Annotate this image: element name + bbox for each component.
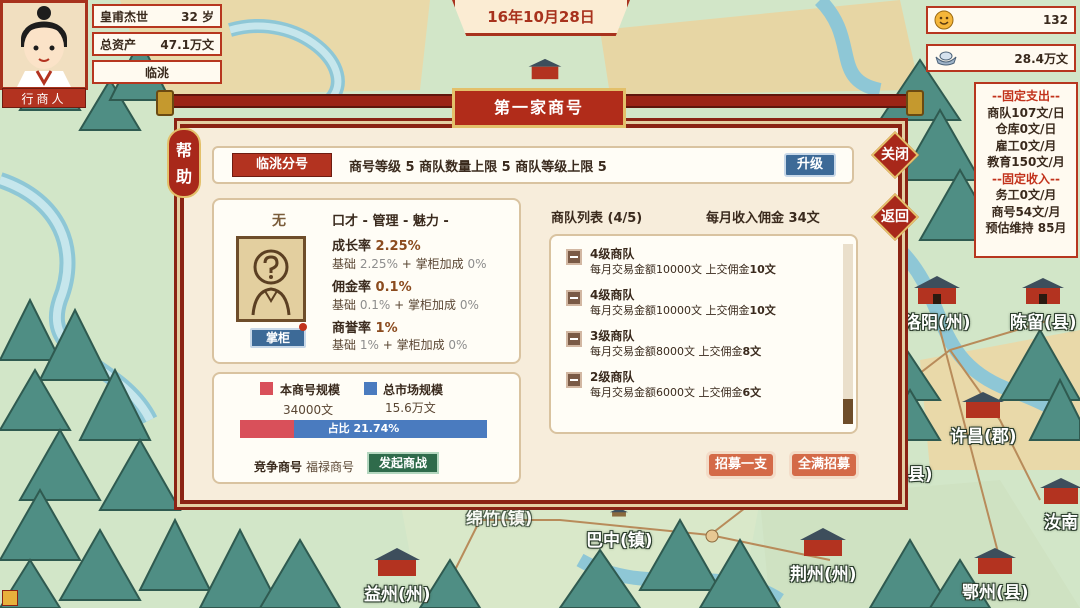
list-scrollbar-thumb[interactable] [843, 399, 853, 424]
start-trade-war-button[interactable]: 发起商战 [367, 452, 439, 474]
current-location: 临洮 [144, 65, 169, 80]
unknown-person-icon [239, 239, 303, 319]
back-label: 返回 [881, 209, 909, 225]
competitor-name: 福禄商号 [306, 460, 355, 474]
city-palace-icon [800, 528, 847, 556]
map-city-yizhou[interactable]: 益州(州) [364, 548, 431, 605]
city-gate-icon [962, 392, 1005, 418]
location-row[interactable]: 临洮 [92, 60, 222, 84]
city-palace-icon [374, 548, 421, 576]
total-scale-label: 总市场规模 [383, 383, 444, 397]
total-assets-value: 47.1万文 [160, 37, 214, 52]
expense-caravan: 商队107文/日 [987, 105, 1065, 120]
own-scale-legend-swatch [260, 382, 273, 395]
commission-rate-detail: 基础 0.1% + 掌柜加成 0% [332, 298, 479, 312]
upgrade-button[interactable]: 升级 [784, 153, 836, 177]
collapse-icon[interactable] [566, 372, 582, 388]
city-palace-icon [914, 276, 961, 304]
map-city-ezhou[interactable]: 鄂州(县) [962, 546, 1029, 603]
fixed-expense-header: --固定支出-- [992, 89, 1060, 103]
help-button[interactable]: 帮助 [167, 128, 201, 198]
city-gate-icon [974, 548, 1017, 574]
collapse-icon[interactable] [566, 290, 582, 306]
role-tag: 行商人 [2, 88, 86, 108]
money-value: 28.4万文 [1014, 51, 1068, 66]
map-city-partial[interactable]: (县) [900, 460, 933, 485]
back-button[interactable]: 返回 [870, 192, 920, 242]
list-scrollbar[interactable] [843, 244, 853, 424]
growth-rate-detail: 基础 2.25% + 掌柜加成 0% [332, 257, 487, 271]
expense-labor: 雇工0文/月 [995, 138, 1057, 153]
map-city-xuchang[interactable]: 许昌(郡) [950, 390, 1017, 447]
collapse-icon[interactable] [566, 331, 582, 347]
own-scale-label: 本商号规模 [280, 383, 341, 397]
map-city-mianzhu[interactable]: 绵竹(镇) [466, 504, 533, 529]
total-assets-row: 总资产 47.1万文 [92, 32, 222, 56]
recruit-one-button[interactable]: 招募一支 [706, 451, 776, 479]
city-gate-icon [1022, 278, 1065, 304]
menu-toggle-icon[interactable] [2, 590, 18, 606]
map-city-luoyang[interactable]: 洛阳(州) [904, 276, 971, 333]
manager-attributes: 口才 - 管理 - 魅力 - [332, 214, 449, 229]
growth-rate: 成长率 2.25% [332, 239, 421, 254]
competitor-label: 竞争商号 [254, 460, 303, 474]
goodwill-rate-detail: 基础 1% + 掌柜加成 0% [332, 338, 468, 352]
manager-button[interactable]: 掌柜 [250, 328, 306, 348]
game-date: 16年10月28日 [452, 0, 630, 36]
total-assets-label: 总资产 [100, 37, 137, 52]
player-name: 皇甫杰世 [100, 9, 149, 24]
commission-rate: 佣金率 0.1% [332, 280, 412, 295]
monthly-commission: 每月收入佣金 34文 [706, 211, 820, 226]
expense-education: 教育150文/月 [987, 155, 1065, 169]
expense-panel: --固定支出-- 商队107文/日 仓库0文/日 雇工0文/月 教育150文/月… [974, 82, 1078, 258]
caravan-list-title: 商队列表 (4/5) [551, 211, 643, 226]
manager-portrait[interactable] [236, 236, 306, 322]
silver-ingot-icon [935, 51, 957, 66]
help-label: 帮助 [175, 141, 192, 186]
market-share-text: 占比 21.74% [327, 422, 400, 435]
close-button[interactable]: 关闭 [870, 130, 920, 180]
total-scale-value: 15.6万文 [385, 401, 436, 415]
collapse-icon[interactable] [566, 249, 582, 265]
map-city-runan[interactable]: 汝南 [1038, 476, 1080, 533]
money-box: 28.4万文 [926, 44, 1076, 72]
city-gate-icon[interactable] [527, 56, 563, 82]
income-shop: 商号54文/月 [991, 204, 1061, 219]
player-avatar[interactable] [0, 0, 88, 90]
income-work: 务工0文/月 [995, 188, 1057, 202]
player-name-row: 皇甫杰世 32 岁 [92, 4, 222, 28]
goodwill-rate: 商誉率 1% [332, 321, 398, 336]
town-icon [610, 508, 629, 517]
dialog-title: 第一家商号 [452, 88, 626, 128]
close-label: 关闭 [881, 147, 909, 163]
expense-warehouse: 仓库0文/日 [995, 122, 1057, 136]
branch-name: 临洮分号 [232, 153, 332, 177]
total-scale-legend-swatch [364, 382, 377, 395]
manager-name: 无 [272, 213, 286, 229]
branch-stats: 商号等级 5 商队数量上限 5 商队等级上限 5 [349, 160, 607, 175]
own-scale-value: 34000文 [283, 403, 334, 417]
estimated-sustain: 预估维持 85月 [985, 221, 1067, 235]
player-age: 32 岁 [181, 9, 214, 24]
map-city-bazhong[interactable]: 巴中(镇) [586, 508, 653, 551]
merchant-portrait-icon [3, 3, 85, 87]
fixed-income-header: --固定收入-- [992, 171, 1060, 186]
market-share-bar: 占比 21.74% [240, 420, 487, 438]
reputation-box: 132 [926, 6, 1076, 34]
face-icon [934, 10, 954, 30]
map-city-jingzhou[interactable]: 荆州(州) [790, 528, 857, 585]
map-city-chenliu[interactable]: 陈留(县) [1010, 276, 1077, 333]
notification-dot [299, 323, 307, 331]
reputation-value: 132 [1042, 13, 1068, 27]
recruit-all-button[interactable]: 全满招募 [789, 451, 859, 479]
city-gate-icon [1040, 478, 1080, 504]
